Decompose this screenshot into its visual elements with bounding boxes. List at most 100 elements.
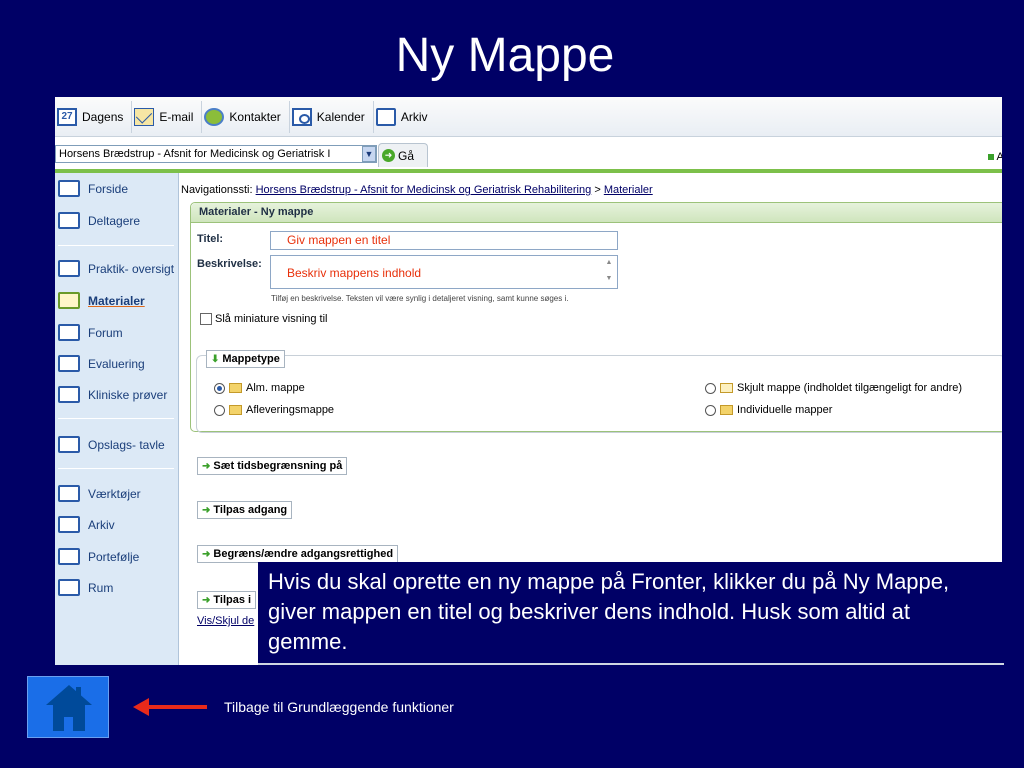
folder-icon [58, 485, 80, 502]
arrow-right-icon: ➜ [202, 594, 211, 606]
radio-label: Alm. mappe [246, 382, 305, 394]
panel-title: Materialer - Ny mappe [191, 203, 1002, 223]
customize-toggle[interactable]: ➜ Tilpas i [197, 591, 257, 609]
radio-icon [705, 382, 716, 394]
sidebar-item-evaluering[interactable]: Evaluering [58, 355, 145, 372]
sidebar-item-deltagere[interactable]: Deltagere [58, 212, 140, 229]
type-aflevering-radio[interactable]: Afleveringsmappe [214, 404, 334, 416]
folder-icon [58, 516, 80, 533]
square-icon [987, 154, 994, 160]
type-skjult-radio[interactable]: Skjult mappe (indholdet tilgængeligt for… [705, 382, 962, 394]
radio-label: Skjult mappe (indholdet tilgængeligt for… [737, 382, 963, 394]
toolbar-dagens[interactable]: 27 Dagens [55, 100, 133, 133]
sidebar-item-label: Arkiv [88, 517, 115, 532]
section-label: Begræns/ændre adgangsrettighed [213, 548, 394, 560]
rights-toggle[interactable]: ➜ Begræns/ændre adgangsrettighed [197, 545, 399, 563]
description-label: Beskrivelse: [197, 258, 262, 270]
sidebar-item-portefolje[interactable]: Portefølje [58, 548, 139, 565]
add-label: Ad [996, 151, 1002, 163]
description-hint: Tilføj en beskrivelse. Teksten vil være … [271, 294, 569, 303]
back-link[interactable]: Tilbage til Grundlæggende funktioner [224, 699, 454, 715]
radio-icon [214, 404, 225, 416]
radio-icon [705, 404, 716, 416]
toolbar-email[interactable]: E-mail [132, 100, 203, 133]
title-input[interactable]: Giv mappen en titel [270, 231, 618, 250]
toolbar-label: Dagens [82, 109, 124, 124]
folder-icon [58, 292, 80, 309]
sidebar: Forside Deltagere Praktik- oversigt Mate… [55, 173, 179, 665]
arrow-down-icon: ⬇ [211, 353, 220, 365]
room-select[interactable]: Horsens Brædstrup - Afsnit for Medicinsk… [55, 145, 377, 163]
toolbar-kontakter[interactable]: Kontakter [202, 100, 290, 133]
top-toolbar: 27 Dagens E-mail Kontakter Kalender Arkiv [55, 97, 1002, 137]
sidebar-item-vaerktojer[interactable]: Værktøjer [58, 485, 141, 502]
sidebar-item-label: Evaluering [88, 356, 145, 371]
type-individuelle-radio[interactable]: Individuelle mapper [705, 404, 832, 416]
radio-selected-icon [214, 382, 225, 394]
sidebar-item-kliniske[interactable]: Kliniske prøver [58, 386, 167, 403]
sidebar-item-praktik[interactable]: Praktik- oversigt [58, 260, 174, 277]
green-divider [55, 169, 1002, 173]
thumbnail-toggle[interactable]: Slå miniature visning til [200, 313, 328, 325]
add-link[interactable]: Ad [987, 151, 1002, 163]
time-limit-toggle[interactable]: ➜ Sæt tidsbegrænsning på [197, 457, 348, 475]
sidebar-item-label: Kliniske prøver [88, 387, 168, 402]
mappetype-label: Mappetype [222, 353, 280, 365]
slide-title: Ny Mappe [395, 29, 615, 82]
sidebar-divider [58, 245, 174, 246]
radio-label: Individuelle mapper [737, 404, 833, 416]
breadcrumb-prefix: Navigationssti: [181, 184, 253, 196]
hidden-folder-icon [720, 383, 733, 393]
toolbar-label: Kalender [316, 109, 365, 124]
description-textarea[interactable]: Beskriv mappens indhold [270, 255, 618, 289]
person-icon [58, 212, 80, 229]
sidebar-item-label: Opslags- tavle [88, 437, 165, 452]
sidebar-item-label: Praktik- oversigt [88, 261, 175, 276]
home-button[interactable] [27, 676, 109, 738]
scroll-down-icon[interactable]: ▼ [604, 275, 614, 285]
sidebar-item-label: Portefølje [88, 549, 140, 564]
sidebar-item-forum[interactable]: Forum [58, 324, 123, 341]
folder-icon [58, 386, 80, 403]
user-folder-icon [720, 405, 733, 415]
scroll-up-icon[interactable]: ▲ [604, 259, 614, 269]
calendar-icon [291, 107, 312, 126]
sidebar-item-label: Forum [88, 325, 123, 340]
sidebar-item-label: Værktøjer [88, 486, 141, 501]
folder-icon [58, 260, 80, 277]
arrow-right-icon: ➜ [382, 149, 395, 162]
sidebar-item-forside[interactable]: Forside [58, 180, 128, 197]
arrow-right-icon: ➜ [202, 460, 211, 472]
sidebar-item-label: Materialer [88, 293, 145, 308]
show-hide-link[interactable]: Vis/Skjul de [197, 615, 254, 627]
checkbox-label: Slå miniature visning til [215, 313, 328, 325]
breadcrumb-room-link[interactable]: Horsens Brædstrup - Afsnit for Medicinsk… [256, 184, 592, 196]
chevron-down-icon[interactable]: ▼ [362, 146, 376, 162]
mappetype-toggle[interactable]: ⬇ Mappetype [206, 350, 285, 368]
portfolio-icon [58, 548, 80, 565]
type-alm-radio[interactable]: Alm. mappe [214, 382, 305, 394]
go-button[interactable]: ➜ Gå [378, 143, 428, 167]
glasses-icon [58, 180, 80, 197]
toolbar-kalender[interactable]: Kalender [290, 100, 374, 133]
sidebar-item-opslagstavle[interactable]: Opslags- tavle [58, 436, 165, 453]
toolbar-arkiv[interactable]: Arkiv [374, 101, 436, 133]
breadcrumb-materialer-link[interactable]: Materialer [604, 184, 653, 196]
folder-icon [375, 107, 396, 126]
sidebar-item-materialer[interactable]: Materialer [58, 292, 145, 309]
access-toggle[interactable]: ➜ Tilpas adgang [197, 501, 293, 519]
sidebar-item-label: Rum [88, 580, 114, 595]
question-icon [58, 355, 80, 372]
calendar-day-icon: 27 [57, 107, 77, 126]
radio-label: Afleveringsmappe [246, 404, 335, 416]
arrow-left-icon[interactable] [133, 697, 207, 717]
sidebar-item-rum[interactable]: Rum [58, 579, 113, 596]
toolbar-label: Kontakter [229, 109, 281, 124]
sidebar-item-label: Forside [88, 181, 129, 196]
go-label: Gå [398, 148, 415, 163]
sidebar-item-arkiv[interactable]: Arkiv [58, 516, 115, 533]
envelope-icon [134, 107, 155, 126]
toolbar-label: Arkiv [400, 109, 428, 124]
instruction-caption: Hvis du skal oprette en ny mappe på Fron… [258, 562, 1004, 665]
cube-icon [58, 579, 80, 596]
